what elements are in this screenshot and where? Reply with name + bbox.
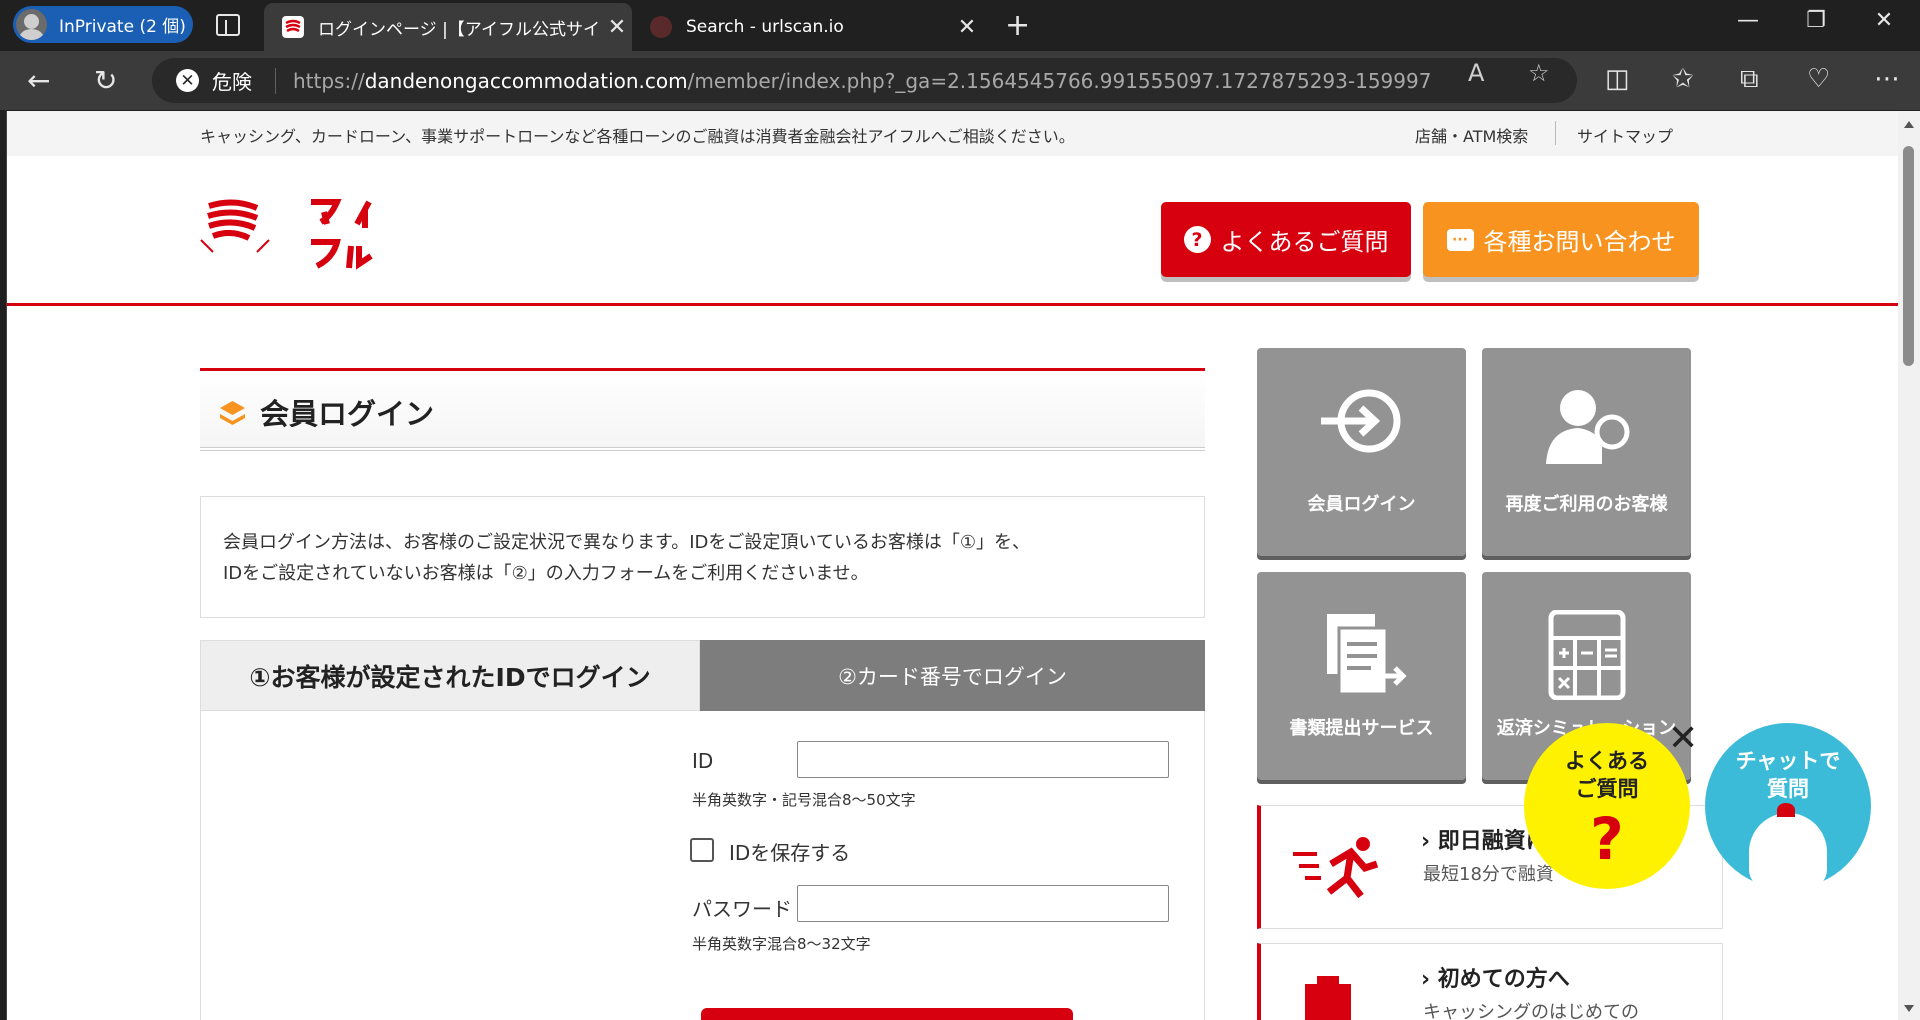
id-login-form: ID 半角英数字・記号混合8～50文字 IDを保存する パスワード 半角英数字混… — [200, 711, 1205, 1020]
card-subtitle: キャッシングのはじめての — [1423, 1002, 1639, 1020]
favorite-star-icon[interactable]: ☆ — [1528, 59, 1550, 87]
restore-icon[interactable]: ❐ — [1786, 8, 1846, 33]
new-tab-icon[interactable]: + — [1005, 8, 1030, 43]
password-hint: 半角英数字混合8～32文字 — [692, 935, 871, 953]
login-instructions: 会員ログイン方法は、お客様のご設定状況で異なります。IDをご設定頂いているお客様… — [200, 496, 1205, 618]
floating-faq-button[interactable]: よくある ご質問 ? — [1524, 723, 1690, 889]
tile-member-login[interactable]: 会員ログイン — [1257, 348, 1466, 556]
store-atm-search-link[interactable]: 店舗・ATM検索 — [1415, 123, 1528, 147]
tab-actions-icon[interactable] — [216, 14, 240, 36]
scroll-thumb[interactable] — [1903, 146, 1914, 366]
tab-urlscan[interactable]: Search - urlscan.io ✕ — [632, 3, 982, 51]
security-indicator[interactable]: ✕ 危険 — [176, 66, 252, 95]
password-label: パスワード — [692, 897, 792, 921]
tile-returning-customer[interactable]: 再度ご利用のお客様 — [1482, 348, 1691, 556]
address-bar[interactable]: ✕ 危険 https://dandenongaccommodation.com/… — [152, 58, 1577, 103]
login-arrow-icon — [1320, 389, 1400, 453]
scroll-down-icon[interactable] — [1904, 1005, 1914, 1012]
tab-title: ログインページ |【アイフル公式サイト】消費者金融 — [318, 19, 602, 40]
read-aloud-icon[interactable]: A — [1468, 59, 1484, 87]
page-title: 会員ログイン — [260, 397, 435, 431]
top-notice-bar: キャッシング、カードローン、事業サポートローンなど各種ローンのご融資は消費者金融… — [7, 111, 1898, 156]
security-label: 危険 — [212, 70, 252, 94]
more-menu-icon[interactable]: ⋯ — [1874, 64, 1900, 94]
collections-icon[interactable]: ⧉ — [1740, 64, 1759, 95]
id-label: ID — [692, 749, 714, 773]
close-tab-icon[interactable]: ✕ — [602, 15, 632, 40]
id-hint: 半角英数字・記号混合8～50文字 — [692, 791, 916, 809]
inprivate-label: InPrivate (2 個) — [59, 17, 186, 37]
documents-icon — [1326, 614, 1407, 696]
close-tab-icon[interactable]: ✕ — [952, 15, 982, 40]
floating-chat-button[interactable]: チャットで 質問 — [1705, 723, 1871, 889]
section-title-bar: 会員ログイン — [200, 368, 1205, 451]
id-input[interactable] — [797, 741, 1169, 778]
running-person-icon — [1293, 837, 1379, 899]
layers-icon — [220, 401, 245, 425]
danger-x-icon: ✕ — [176, 69, 199, 92]
url-text[interactable]: https://dandenongaccommodation.com/membe… — [293, 69, 1433, 93]
inprivate-profile-button[interactable]: InPrivate (2 個) — [13, 6, 193, 43]
aiful-favicon-icon — [282, 16, 304, 38]
browser-tab-bar: InPrivate (2 個) ログインページ |【アイフル公式サイト】消費者金… — [0, 0, 1920, 51]
password-input[interactable] — [797, 885, 1169, 922]
back-icon[interactable]: ← — [27, 64, 50, 97]
card-first-time[interactable]: › 初めての方へ キャッシングのはじめての — [1257, 943, 1723, 1020]
favorites-icon[interactable]: ✩ — [1672, 64, 1694, 94]
login-method-tabs: ①お客様が設定されたIDでログイン ②カード番号でログイン — [200, 640, 1205, 711]
clipboard-icon — [1305, 976, 1351, 1020]
faq-button[interactable]: ? よくあるご質問 — [1161, 202, 1411, 277]
login-submit-button[interactable] — [701, 1008, 1073, 1020]
close-window-icon[interactable]: ✕ — [1854, 8, 1914, 33]
aiful-logo-icon — [200, 199, 373, 270]
tab-title: Search - urlscan.io — [686, 17, 844, 37]
address-toolbar: ← ↻ ✕ 危険 https://dandenongaccommodation.… — [0, 51, 1920, 110]
site-header: ? よくあるご質問 ··· 各種お問い合わせ — [7, 156, 1898, 306]
question-icon: ? — [1183, 226, 1211, 253]
tile-document-submission[interactable]: 書類提出サービス — [1257, 572, 1466, 780]
scroll-up-icon[interactable] — [1904, 121, 1914, 128]
refresh-icon[interactable]: ↻ — [94, 64, 117, 97]
page-scrollbar[interactable] — [1898, 111, 1920, 1020]
card-title: › 初めての方へ — [1421, 967, 1570, 992]
profile-avatar-icon — [16, 9, 47, 40]
user-refresh-icon — [1545, 390, 1629, 464]
loan-notice: キャッシング、カードローン、事業サポートローンなど各種ローンのご融資は消費者金融… — [200, 127, 1075, 146]
contact-button[interactable]: ··· 各種お問い合わせ — [1423, 202, 1699, 277]
save-id-label[interactable]: IDを保存する — [729, 837, 850, 866]
chicken-mascot-icon — [1749, 803, 1827, 889]
sitemap-link[interactable]: サイトマップ — [1577, 123, 1673, 147]
tab-aiful-login[interactable]: ログインページ |【アイフル公式サイト】消費者金融 ✕ — [264, 3, 632, 51]
tab-card-login[interactable]: ②カード番号でログイン — [700, 640, 1205, 711]
save-id-checkbox[interactable] — [690, 838, 714, 862]
question-mark-icon: ? — [1590, 805, 1624, 873]
aiful-logo[interactable] — [199, 196, 389, 276]
chat-bubble-icon: ··· — [1446, 228, 1474, 251]
urlscan-favicon-icon — [650, 16, 672, 38]
close-floating-icon[interactable]: ✕ — [1668, 718, 1698, 759]
tab-id-login[interactable]: ①お客様が設定されたIDでログイン — [200, 640, 700, 711]
split-screen-icon[interactable]: ◫ — [1605, 64, 1630, 94]
minimize-icon[interactable]: — — [1718, 8, 1778, 33]
calculator-icon — [1548, 610, 1625, 700]
browser-essentials-icon[interactable]: ♡ — [1807, 64, 1830, 94]
